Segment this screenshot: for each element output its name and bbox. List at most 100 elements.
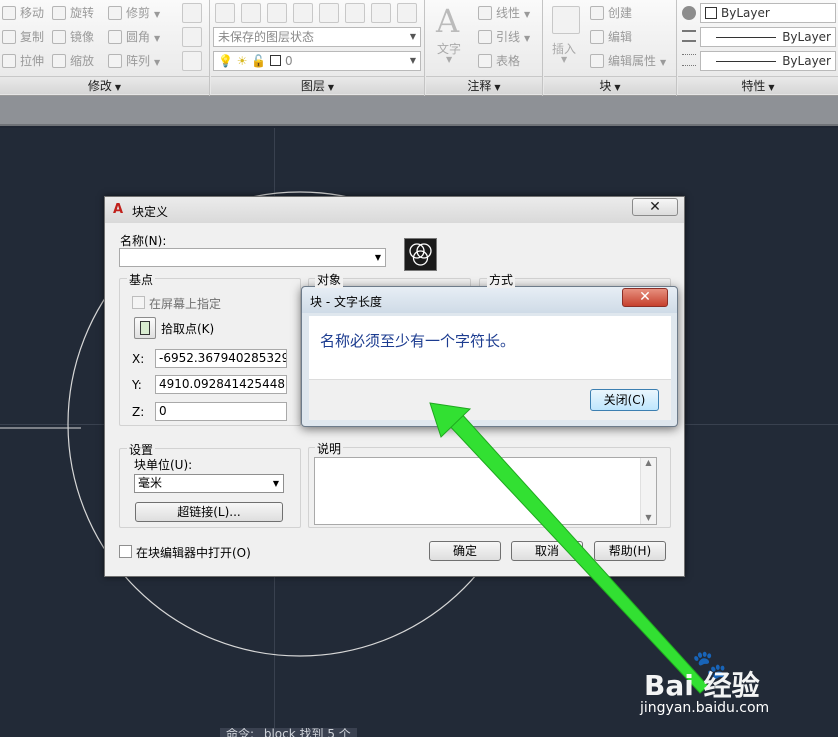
chevron-down-icon: ▼ <box>614 83 621 92</box>
block-panel-title[interactable]: 块 ▼ <box>544 76 676 94</box>
color-swatch-icon <box>705 7 717 19</box>
command-line[interactable]: 命令: _block 找到 5 个 <box>220 728 357 737</box>
x-label: X: <box>132 352 145 366</box>
alert-close-x-button[interactable]: ✕ <box>622 288 668 307</box>
specify-on-screen-checkbox[interactable] <box>132 296 145 309</box>
chevron-down-icon: ▼ <box>494 83 501 92</box>
linetype-icon <box>682 30 696 42</box>
sun-icon: ☀ <box>236 54 248 68</box>
chevron-down-icon: ▼ <box>272 479 279 488</box>
edit-block-icon <box>590 30 604 44</box>
hyperlink-button[interactable]: 超链接(L)... <box>135 502 283 522</box>
stretch-tool[interactable]: 拉伸 <box>2 51 44 71</box>
block-unit-dropdown[interactable]: 毫米 ▼ <box>134 474 284 493</box>
scale-tool[interactable]: 缩放 <box>52 51 94 71</box>
move-tool[interactable]: 移动 <box>2 3 44 23</box>
layer-match-icon[interactable] <box>241 3 261 23</box>
linetype-dropdown[interactable]: ByLayer <box>700 27 836 47</box>
settings-group-label: 设置 <box>127 441 156 458</box>
layer-isolate-icon[interactable] <box>293 3 313 23</box>
alert-content: 名称必须至少有一个字符长。 <box>309 316 671 379</box>
description-textarea[interactable]: ▲ ▼ <box>314 457 657 525</box>
dialog-titlebar[interactable]: A 块定义 ✕ <box>105 197 684 223</box>
cancel-button[interactable]: 取消 <box>511 541 583 561</box>
help-button[interactable]: 帮助(H) <box>594 541 666 561</box>
trim-tool[interactable]: 修剪 ▼ <box>108 3 160 23</box>
fillet-icon <box>108 30 122 44</box>
description-scrollbar[interactable]: ▲ ▼ <box>640 458 656 524</box>
array-tool[interactable]: 阵列 ▼ <box>108 51 160 71</box>
chevron-down-icon: ▼ <box>409 56 416 65</box>
alert-close-button[interactable]: 关闭(C) <box>590 389 659 411</box>
alert-message: 名称必须至少有一个字符长。 <box>320 332 516 350</box>
block-name-input[interactable]: ▼ <box>119 248 386 267</box>
edit-attributes-tool[interactable]: 编辑属性 ▼ <box>590 51 666 71</box>
pick-point-button[interactable] <box>134 317 156 339</box>
layer-properties-icon[interactable] <box>215 3 235 23</box>
trim-icon <box>108 6 122 20</box>
layer-state-dropdown[interactable]: 未保存的图层状态 ▼ <box>213 27 421 47</box>
offset-icon[interactable] <box>182 51 202 71</box>
tab-strip <box>0 96 838 126</box>
layer-lock-icon[interactable] <box>371 3 391 23</box>
erase-icon[interactable] <box>182 3 202 23</box>
rotate-tool[interactable]: 旋转 <box>52 3 94 23</box>
create-block-tool[interactable]: 创建 <box>590 3 632 23</box>
array-icon <box>108 54 122 68</box>
z-label: Z: <box>132 405 145 419</box>
layers-panel-title[interactable]: 图层 ▼ <box>211 76 424 94</box>
modify-panel-title[interactable]: 修改 ▼ <box>0 76 209 94</box>
z-coordinate-input[interactable]: 0 <box>155 402 287 421</box>
leader-icon <box>478 30 492 44</box>
fillet-tool[interactable]: 圆角 ▼ <box>108 27 160 47</box>
lineweight-icon <box>682 54 696 66</box>
specify-on-screen-label: 在屏幕上指定 <box>149 297 222 311</box>
current-layer-dropdown[interactable]: 💡 ☀ 🔓 0 ▼ <box>213 51 421 71</box>
layer-off-icon[interactable] <box>345 3 365 23</box>
linear-dim-icon <box>478 6 492 20</box>
color-dropdown[interactable]: ByLayer <box>700 3 836 23</box>
layer-freeze-icon[interactable] <box>319 3 339 23</box>
linear-dim-tool[interactable]: 线性 ▼ <box>478 3 530 23</box>
pick-point-label: 拾取点(K) <box>161 322 215 336</box>
text-tool-icon[interactable]: A <box>436 2 459 40</box>
mirror-icon <box>52 30 66 44</box>
edit-block-tool[interactable]: 编辑 <box>590 27 632 47</box>
layer-previous-icon[interactable] <box>267 3 287 23</box>
table-icon <box>478 54 492 68</box>
explode-icon[interactable] <box>182 27 202 47</box>
chevron-down-icon: ▼ <box>446 55 453 64</box>
match-properties-icon[interactable] <box>682 6 696 20</box>
move-icon <box>2 6 16 20</box>
description-group-label: 说明 <box>315 440 344 457</box>
x-coordinate-input[interactable]: -6952.367940285329 <box>155 349 287 368</box>
close-button[interactable]: ✕ <box>632 198 678 216</box>
y-label: Y: <box>132 378 142 392</box>
watermark-url: jingyan.baidu.com <box>640 700 770 716</box>
lineweight-dropdown[interactable]: ByLayer <box>700 51 836 71</box>
objects-group-label: 对象 <box>315 271 344 288</box>
stretch-icon <box>2 54 16 68</box>
ok-button[interactable]: 确定 <box>429 541 501 561</box>
annotation-panel-title[interactable]: 注释 ▼ <box>426 76 542 94</box>
properties-panel-title[interactable]: 特性 ▼ <box>678 76 838 94</box>
chevron-down-icon: ▼ <box>114 83 122 92</box>
layer-unlock-icon[interactable] <box>397 3 417 23</box>
linetype-sample <box>716 37 777 38</box>
alert-titlebar[interactable]: 块 - 文字长度 ✕ <box>302 287 677 313</box>
copy-tool[interactable]: 复制 <box>2 27 44 47</box>
table-tool[interactable]: 表格 <box>478 51 520 71</box>
open-in-block-editor-checkbox[interactable] <box>119 545 132 558</box>
alert-title: 块 - 文字长度 <box>310 295 382 309</box>
block-unit-label: 块单位(U): <box>134 458 193 472</box>
bulb-icon: 💡 <box>218 54 233 68</box>
y-coordinate-input[interactable]: 4910.092841425448 <box>155 375 287 394</box>
mirror-tool[interactable]: 镜像 <box>52 27 94 47</box>
chevron-down-icon: ▼ <box>409 32 416 41</box>
edit-attributes-icon <box>590 54 604 68</box>
open-in-block-editor-label: 在块编辑器中打开(O) <box>136 546 251 560</box>
leader-tool[interactable]: 引线 ▼ <box>478 27 530 47</box>
insert-block-icon[interactable] <box>552 6 580 34</box>
autocad-logo-icon: A <box>112 202 124 217</box>
chevron-down-icon: ▼ <box>561 55 568 64</box>
